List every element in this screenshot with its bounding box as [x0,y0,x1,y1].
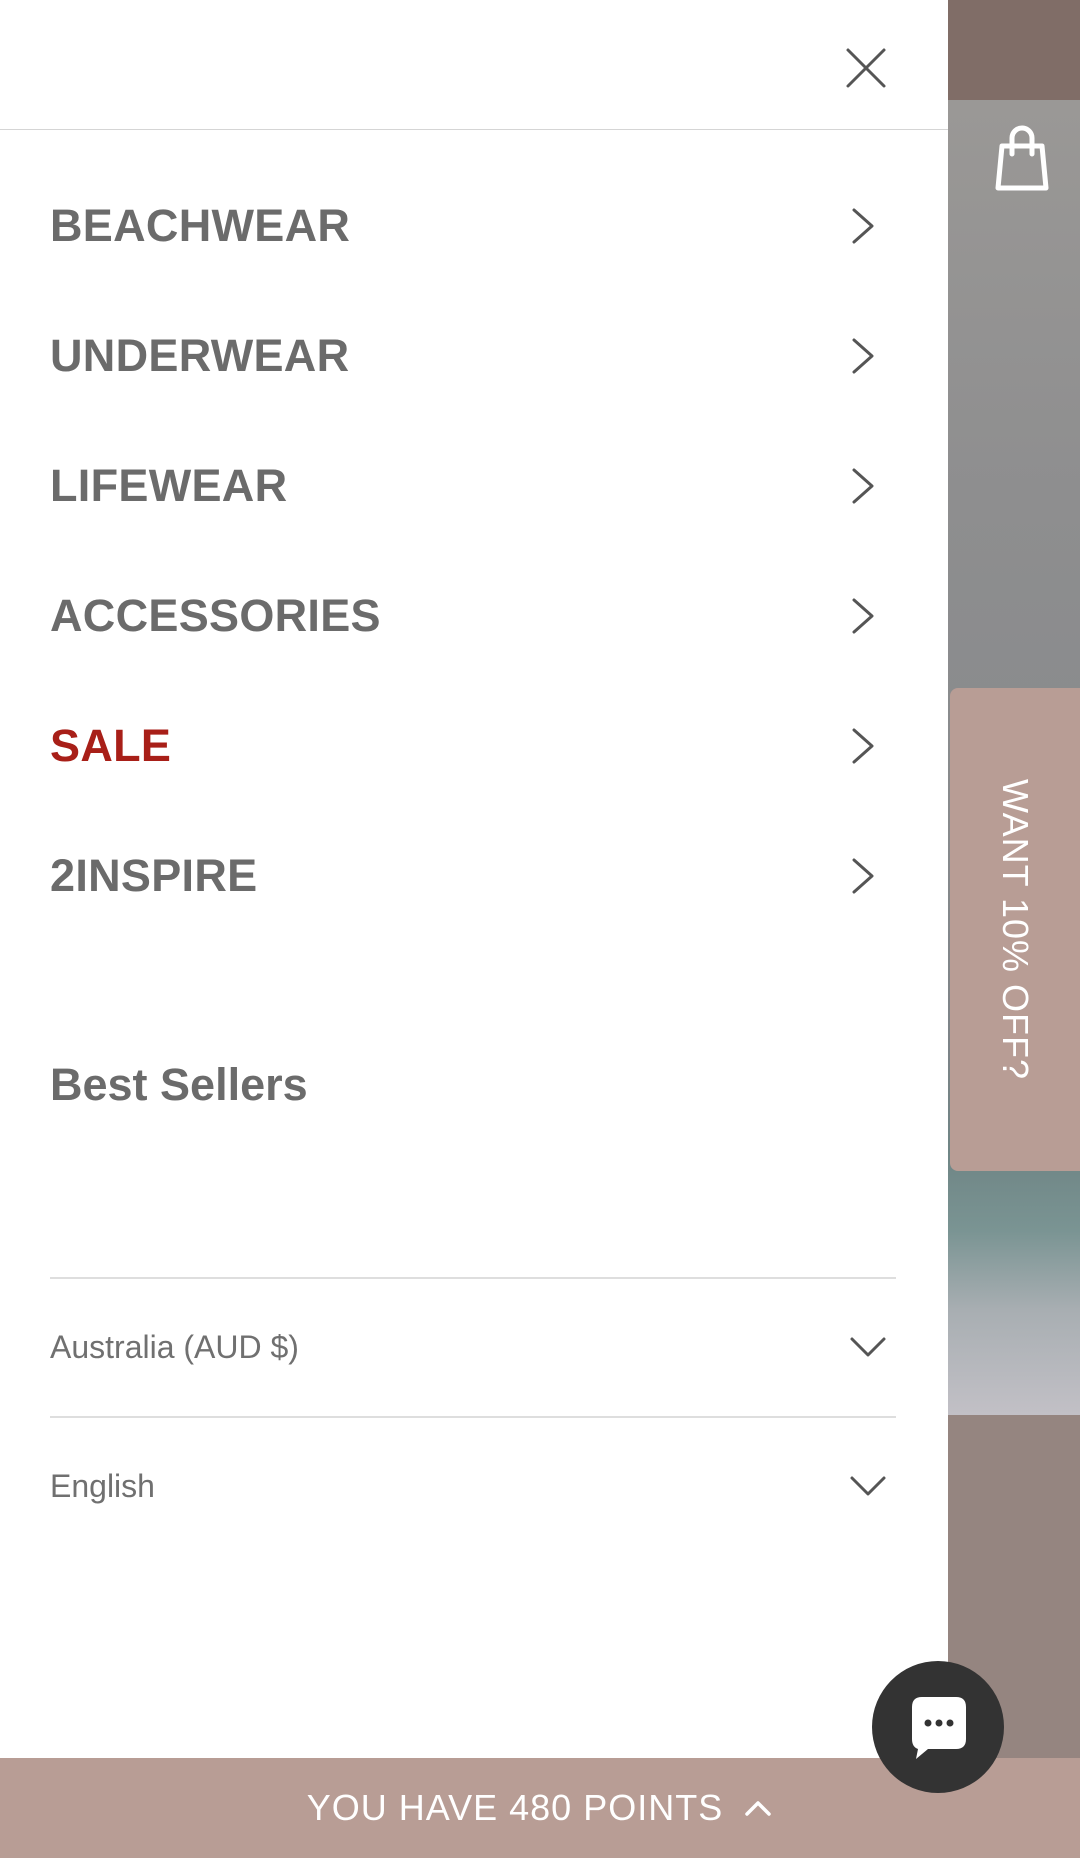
cart-button[interactable] [990,122,1054,192]
nav-item-sale[interactable]: SALE [50,696,896,796]
nav-item-lifewear[interactable]: LIFEWEAR [50,436,896,536]
chat-bubble-icon [912,1697,966,1759]
navigation-drawer: BEACHWEAR UNDERWEAR LIFEWEAR ACCESSORIES… [0,0,948,1758]
language-selector[interactable]: English [50,1441,896,1531]
nav-item-label: LIFEWEAR [50,460,288,511]
points-label: YOU HAVE 480 POINTS [306,1787,724,1828]
country-currency-value: Australia (AUD $) [50,1328,299,1365]
chevron-right-icon [844,594,880,638]
chevron-down-icon [848,1472,888,1500]
nav-item-label: ACCESSORIES [50,590,381,641]
chevron-right-icon [844,854,880,898]
chevron-right-icon [844,334,880,378]
nav-item-beachwear[interactable]: BEACHWEAR [50,176,896,276]
chevron-up-icon [743,1798,773,1818]
chevron-right-icon [844,464,880,508]
close-icon [846,48,886,88]
close-drawer-button[interactable] [836,38,896,98]
country-currency-selector[interactable]: Australia (AUD $) [50,1302,896,1392]
nav-item-label: BEACHWEAR [50,200,351,251]
nav-item-label: SALE [50,720,172,771]
background-header-bar [948,0,1080,100]
chevron-right-icon [844,724,880,768]
chevron-right-icon [844,204,880,248]
drawer-header [0,0,948,130]
discount-tab-label: WANT 10% OFF? [995,778,1036,1081]
nav-item-underwear[interactable]: UNDERWEAR [50,306,896,406]
chevron-down-icon [848,1333,888,1361]
best-sellers-link[interactable]: Best Sellers [50,1050,308,1120]
nav-item-label: 2INSPIRE [50,850,258,901]
chat-launcher-button[interactable] [872,1661,1004,1793]
divider [50,1416,896,1418]
nav-item-label: UNDERWEAR [50,330,350,381]
nav-item-accessories[interactable]: ACCESSORIES [50,566,896,666]
discount-popup-tab[interactable]: WANT 10% OFF? [950,688,1080,1171]
divider [50,1277,896,1279]
language-value: English [50,1467,155,1504]
shopping-bag-icon [995,125,1049,191]
nav-item-2inspire[interactable]: 2INSPIRE [50,826,896,926]
